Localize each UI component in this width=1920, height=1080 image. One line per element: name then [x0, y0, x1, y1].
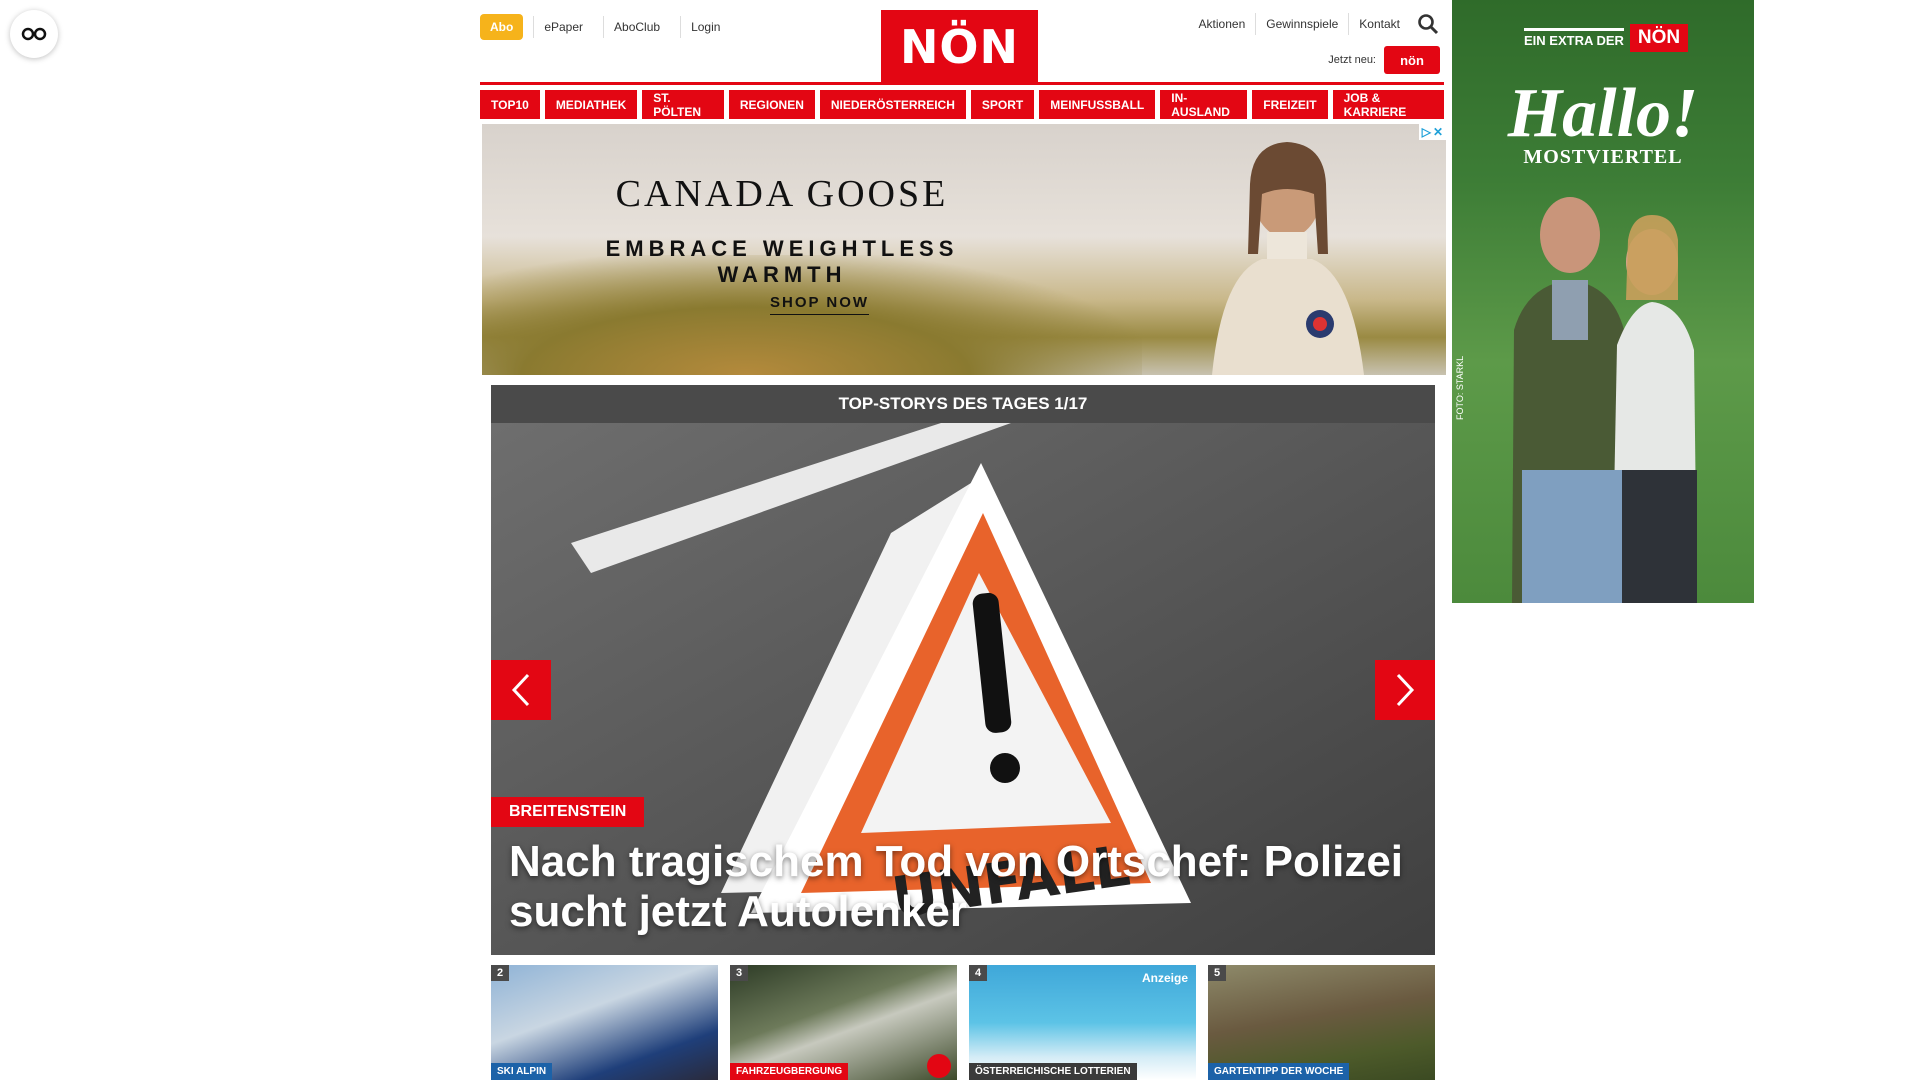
- gewinnspiele-link[interactable]: Gewinnspiele: [1255, 13, 1348, 35]
- ad-choices[interactable]: ▷ ✕: [1418, 124, 1446, 140]
- aboclub-link[interactable]: AboClub: [603, 16, 670, 38]
- jetzt-neu-label: Jetzt neu:: [1328, 54, 1376, 66]
- thumb-story-5[interactable]: 5 GARTENTIPP DER WOCHE: [1208, 965, 1435, 1080]
- ad-extra-logo: NÖN: [1629, 24, 1689, 52]
- nav-freizeit[interactable]: FREIZEIT: [1252, 90, 1328, 119]
- top-left-nav: Abo ePaper AboClub Login: [480, 14, 730, 40]
- glasses-icon: [21, 27, 47, 41]
- camera-icon: [927, 1054, 951, 1078]
- ad-close-icon[interactable]: ✕: [1433, 125, 1443, 139]
- ad-tagline: EMBRACE WEIGHTLESS WARMTH: [605, 236, 959, 287]
- nav-meinfussball[interactable]: MEINFUSSBALL: [1039, 90, 1156, 119]
- login-link[interactable]: Login: [680, 16, 730, 38]
- ad-shop-now[interactable]: SHOP NOW: [770, 294, 870, 315]
- site-header: Abo ePaper AboClub Login NÖN Aktionen Ge…: [480, 0, 1440, 85]
- ad-extra-text: EIN EXTRA DER: [1524, 28, 1624, 48]
- thumb-number: 2: [491, 965, 510, 981]
- thumb-number: 4: [969, 965, 988, 981]
- chevron-right-icon: [1396, 673, 1415, 707]
- jetzt-neu: Jetzt neu: nön: [1328, 46, 1440, 74]
- carousel-title: TOP-STORYS DES TAGES 1/17: [491, 385, 1435, 423]
- ad-extra: EIN EXTRA DER NÖN: [1524, 24, 1689, 52]
- thumb-tag: SKI ALPIN: [491, 1063, 553, 1080]
- ad-photo-credit: FOTO: STARKL: [1455, 355, 1465, 420]
- top-stories-carousel: TOP-STORYS DES TAGES 1/17 UNFALL BREITEN…: [491, 385, 1435, 955]
- thumb-number: 5: [1208, 965, 1227, 981]
- search-icon[interactable]: [1416, 12, 1440, 36]
- carousel-prev-button[interactable]: [491, 660, 551, 720]
- chevron-left-icon: [511, 673, 530, 707]
- accessibility-button[interactable]: [10, 10, 58, 58]
- kontakt-link[interactable]: Kontakt: [1348, 13, 1410, 35]
- main-nav: TOP10 MEDIATHEK ST. PÖLTEN REGIONEN NIED…: [480, 90, 1444, 119]
- ad-brand: CANADA GOOSE: [615, 173, 949, 215]
- thumb-story-4[interactable]: 4 Anzeige ÖSTERREICHISCHE LOTTERIEN: [969, 965, 1196, 1080]
- ad-model-image: [1212, 142, 1364, 375]
- site-logo[interactable]: NÖN: [881, 10, 1038, 83]
- hallo-mostviertel-ad[interactable]: EIN EXTRA DER NÖN Hallo! MOSTVIERTEL FOT…: [1452, 0, 1754, 603]
- thumb-story-2[interactable]: 2 SKI ALPIN: [491, 965, 718, 1080]
- nav-st-poelten[interactable]: ST. PÖLTEN: [642, 90, 724, 119]
- nav-in-ausland[interactable]: IN-AUSLAND: [1160, 90, 1248, 119]
- header-divider: [480, 82, 1444, 85]
- ad-info-icon[interactable]: ▷: [1422, 125, 1431, 139]
- story-headline[interactable]: Nach tragischem Tod von Ortschef: Polize…: [509, 837, 1419, 937]
- thumb-story-3[interactable]: 3 FAHRZEUGBERGUNG: [730, 965, 957, 1080]
- top-right-nav: Aktionen Gewinnspiele Kontakt: [1189, 12, 1440, 36]
- thumb-tag: ÖSTERREICHISCHE LOTTERIEN: [969, 1063, 1137, 1080]
- nav-regionen[interactable]: REGIONEN: [728, 90, 815, 119]
- story-category[interactable]: BREITENSTEIN: [491, 797, 645, 827]
- story-thumbnails: 2 SKI ALPIN 3 FAHRZEUGBERGUNG 4 Anzeige …: [491, 965, 1435, 1080]
- page: Abo ePaper AboClub Login NÖN Aktionen Ge…: [0, 0, 1920, 1080]
- jetzt-neu-logo[interactable]: nön: [1384, 46, 1440, 74]
- carousel-next-button[interactable]: [1375, 660, 1435, 720]
- ad-mostviertel-subtitle: MOSTVIERTEL: [1523, 146, 1683, 168]
- nav-job-karriere[interactable]: JOB & KARRIERE: [1332, 90, 1444, 119]
- ad-label: Anzeige: [1141, 971, 1188, 985]
- nav-top10[interactable]: TOP10: [480, 90, 540, 119]
- thumb-tag: GARTENTIPP DER WOCHE: [1208, 1063, 1350, 1080]
- nav-mediathek[interactable]: MEDIATHEK: [544, 90, 638, 119]
- thumb-number: 3: [730, 965, 749, 981]
- epaper-link[interactable]: ePaper: [533, 16, 593, 38]
- thumb-tag: FAHRZEUGBERGUNG: [730, 1063, 849, 1080]
- abo-button[interactable]: Abo: [480, 14, 524, 40]
- ad-hallo-title: Hallo!: [1507, 75, 1699, 152]
- nav-sport[interactable]: SPORT: [970, 90, 1035, 119]
- canada-goose-ad[interactable]: CANADA GOOSE EMBRACE WEIGHTLESS WARMTH S…: [482, 124, 1446, 375]
- aktionen-link[interactable]: Aktionen: [1189, 13, 1256, 35]
- nav-niederoesterreich[interactable]: NIEDERÖSTERREICH: [819, 90, 966, 119]
